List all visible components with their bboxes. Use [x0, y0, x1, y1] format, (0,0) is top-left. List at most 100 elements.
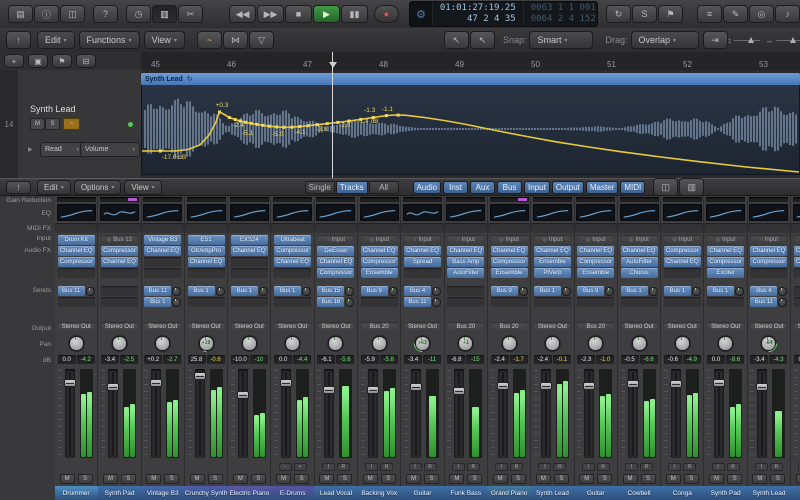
midi-fx-slot[interactable]	[704, 223, 746, 233]
channel-solo-button[interactable]: S	[78, 474, 93, 484]
send-level-knob[interactable]	[432, 287, 441, 296]
peak-value[interactable]: -2.7	[163, 355, 181, 364]
channel-solo-button[interactable]: S	[554, 474, 569, 484]
audio-fx-slot[interactable]: Channel EQ	[58, 246, 95, 256]
send-slot[interactable]: Bus 1	[534, 286, 561, 296]
channel-solo-button[interactable]: S	[770, 474, 785, 484]
output-slot[interactable]: Stereo Out	[231, 322, 268, 332]
eq-thumbnail[interactable]	[230, 204, 269, 221]
volume-value[interactable]: 0.0	[794, 355, 800, 364]
list-editors-button[interactable]: ≡	[697, 5, 722, 23]
audio-fx-slot[interactable]: Compressor	[58, 257, 95, 267]
channel-mute-button[interactable]: M	[709, 474, 724, 484]
fader-cap[interactable]	[410, 383, 422, 391]
eq-thumbnail[interactable]	[620, 204, 659, 221]
channel-mute-button[interactable]: M	[276, 474, 291, 484]
send-level-knob[interactable]	[778, 298, 787, 307]
volume-value[interactable]: -5.9	[361, 355, 379, 364]
audio-fx-slot[interactable]: Bass Amp	[447, 257, 484, 267]
send-slot[interactable]: Bus 11	[144, 286, 171, 296]
input-monitor-button[interactable]: I	[582, 463, 595, 471]
view-tracks[interactable]: Tracks	[336, 181, 368, 194]
audio-fx-slot[interactable]: Compressor	[707, 257, 744, 267]
automation-node[interactable]	[159, 150, 162, 153]
input-slot[interactable]: ○Input	[447, 235, 484, 245]
output-slot[interactable]: Stereo Out	[794, 322, 800, 332]
record-enable-led[interactable]	[128, 122, 133, 127]
channel-name[interactable]: E-Drums	[271, 486, 314, 500]
add-track-button[interactable]: +	[4, 54, 24, 68]
audio-fx-slot[interactable]: DeEsser	[317, 246, 354, 256]
send-slot-empty[interactable]	[447, 297, 484, 307]
audio-fx-slot[interactable]: Channel EQ	[274, 257, 311, 267]
fader-cap[interactable]	[150, 379, 162, 387]
channel-mute-button[interactable]: M	[190, 474, 205, 484]
pan-knob[interactable]	[544, 335, 561, 352]
audio-fx-slot[interactable]	[274, 268, 311, 278]
send-level-knob[interactable]	[605, 287, 614, 296]
eq-thumbnail[interactable]	[576, 204, 615, 221]
audio-fx-slot[interactable]: PtVerb	[534, 268, 571, 278]
automation-node[interactable]	[326, 122, 329, 125]
peak-value[interactable]: -11	[423, 355, 441, 364]
send-slot[interactable]: Bus 16	[317, 297, 344, 307]
catch-playhead-button[interactable]: ⇥	[703, 31, 728, 49]
send-slot-empty[interactable]	[447, 286, 484, 296]
eq-thumbnail[interactable]	[360, 204, 399, 221]
send-level-knob[interactable]	[562, 287, 571, 296]
audio-fx-slot[interactable]: Compressor	[317, 268, 354, 278]
input-monitor-button[interactable]: I	[495, 463, 508, 471]
send-slot[interactable]: Bus 9	[361, 286, 388, 296]
channel-solo-button[interactable]: S	[727, 474, 742, 484]
mixer-edit-menu[interactable]: Edit▾	[37, 180, 71, 195]
volume-value[interactable]: -2.3	[577, 355, 595, 364]
record-enable-button[interactable]: R	[424, 463, 437, 471]
fader-cap[interactable]	[367, 386, 379, 394]
channel-solo-button[interactable]: S	[121, 474, 136, 484]
record-enable-button[interactable]: R	[380, 463, 393, 471]
audio-fx-slot[interactable]	[664, 268, 701, 278]
lcd-display[interactable]: ⚙ 01:01:27:19.2547 2 4 35 0063 1 1 00100…	[409, 1, 598, 27]
midi-fx-slot[interactable]	[618, 223, 660, 233]
midi-fx-slot[interactable]	[661, 223, 703, 233]
send-level-knob[interactable]	[259, 287, 268, 296]
region-header[interactable]: Synth Lead ↻	[141, 73, 800, 85]
peak-value[interactable]: -0.1	[553, 355, 571, 364]
record-enable-button[interactable]: R	[553, 463, 566, 471]
automation-icon[interactable]: ~	[197, 31, 222, 49]
volume-fader[interactable]	[671, 369, 681, 458]
send-slot[interactable]: Bus 1	[188, 286, 215, 296]
channel-mute-button[interactable]: M	[579, 474, 594, 484]
volume-value[interactable]: 0.0	[274, 355, 292, 364]
send-slot-empty[interactable]	[664, 297, 701, 307]
input-slot[interactable]: ◎Input	[664, 235, 701, 245]
audio-region[interactable]: Synth Lead ↻ -17.0 dB+0.3-2.4-5.1-5.0-4.…	[141, 73, 800, 175]
automation-node[interactable]	[397, 114, 400, 117]
channel-mute-button[interactable]: M	[406, 474, 421, 484]
loop-browser-button[interactable]: ◎	[749, 5, 774, 23]
send-slot[interactable]: Bus 1	[707, 286, 734, 296]
channel-name[interactable]: Crunchy Synth	[184, 486, 227, 500]
command-click-tool[interactable]: ↖	[470, 31, 495, 49]
channel-name[interactable]: Lead Vocal	[314, 486, 357, 500]
midi-fx-slot[interactable]	[55, 223, 97, 233]
fader-cap[interactable]	[627, 380, 639, 388]
channel-name[interactable]: Synth Lead	[531, 486, 574, 500]
midi-fx-slot[interactable]	[791, 223, 800, 233]
output-slot[interactable]: Stereo Out	[707, 322, 744, 332]
track-name[interactable]: Synth Lead	[30, 104, 76, 114]
eq-thumbnail[interactable]	[446, 204, 485, 221]
output-slot[interactable]: Bus 20	[577, 322, 614, 332]
audio-fx-slot[interactable]: Channel EQ	[750, 246, 787, 256]
view-all[interactable]: All	[369, 181, 399, 194]
input-monitor-button[interactable]: I	[365, 463, 378, 471]
pan-knob[interactable]	[284, 335, 301, 352]
channel-mute-button[interactable]: M	[796, 474, 800, 484]
autopunch-button[interactable]: S	[632, 5, 657, 23]
input-slot[interactable]: ◎Input	[491, 235, 528, 245]
audio-fx-slot[interactable]: Channel EQ	[101, 257, 138, 267]
output-slot[interactable]: Bus 20	[491, 322, 528, 332]
audio-fx-slot[interactable]: Channel EQ	[534, 246, 571, 256]
automation-node[interactable]	[275, 125, 278, 128]
mixer-icon[interactable]: ▥	[152, 5, 177, 23]
